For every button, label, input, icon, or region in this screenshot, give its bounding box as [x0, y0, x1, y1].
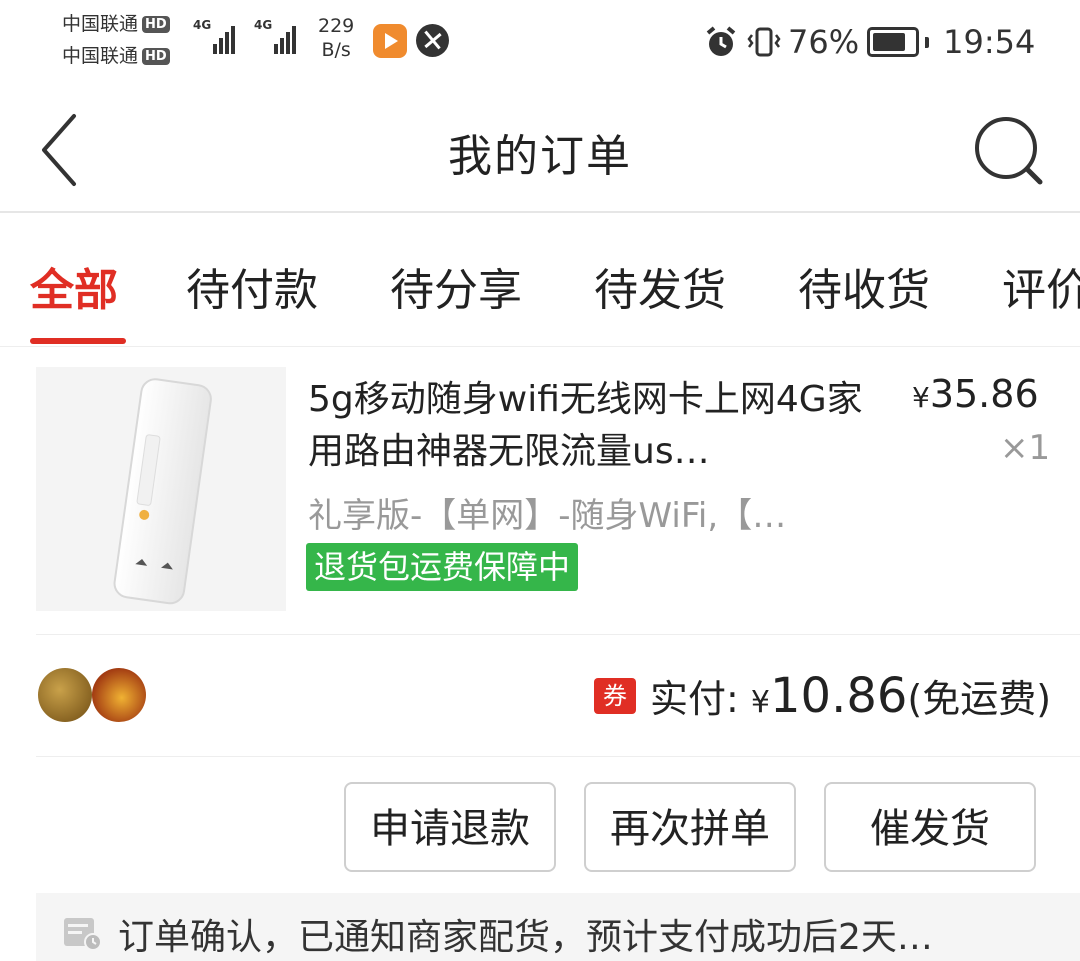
tab-pending-payment[interactable]: 待付款: [186, 254, 318, 318]
page-title: 我的订单: [448, 131, 632, 182]
vibrate-icon: [747, 27, 781, 57]
paid-amount: 实付: ¥10.86(免运费): [650, 668, 1052, 724]
coupon-badge: 券: [594, 678, 636, 714]
sports-app-icon: [416, 24, 449, 57]
product-quantity: ×1: [1000, 428, 1051, 468]
truck-icon: [64, 918, 102, 951]
avatar: [38, 668, 92, 722]
carrier-1: 中国联通 HD: [62, 12, 170, 36]
carrier-2: 中国联通 HD: [62, 44, 170, 68]
notice-text: 订单确认，已通知商家配货，预计支付成功后2天…: [118, 917, 933, 958]
tab-pending-shipment[interactable]: 待发货: [594, 254, 726, 318]
battery-icon: [867, 27, 920, 57]
nav-divider: [0, 211, 1080, 213]
battery-percent: 76%: [788, 23, 860, 61]
alarm-icon: [706, 26, 736, 56]
urge-shipment-button[interactable]: 催发货: [824, 782, 1036, 872]
signal-2-icon: 4G: [254, 18, 298, 54]
product-spec: 礼享版-【单网】-随身WiFi,【…: [308, 496, 787, 536]
request-refund-button[interactable]: 申请退款: [344, 782, 556, 872]
tab-review[interactable]: 评价: [1002, 254, 1080, 318]
product-price: ¥35.86: [912, 372, 1039, 416]
pay-divider: [36, 756, 1080, 757]
tab-pending-share[interactable]: 待分享: [390, 254, 522, 318]
status-right: 76% 19:54: [704, 22, 1035, 62]
return-shipping-badge: 退货包运费保障中: [306, 543, 579, 591]
tab-pending-receipt[interactable]: 待收货: [798, 254, 930, 318]
network-speed: 229 B/s: [318, 15, 355, 61]
tab-active-indicator: [30, 338, 126, 344]
video-app-icon: [373, 24, 407, 58]
avatar: [92, 668, 146, 722]
clock: 19:54: [943, 23, 1036, 61]
wifi-dongle-image: [113, 378, 212, 605]
search-icon[interactable]: [970, 110, 1050, 190]
signal-1-icon: 4G: [193, 18, 237, 54]
card-divider: [36, 634, 1080, 635]
tab-all[interactable]: 全部: [30, 254, 118, 318]
reorder-button[interactable]: 再次拼单: [584, 782, 796, 872]
product-thumbnail[interactable]: [36, 367, 286, 611]
product-name[interactable]: 5g移动随身wifi无线网卡上网4G家用路由神器无限流量us…: [308, 374, 878, 478]
tabs-divider: [0, 346, 1080, 347]
